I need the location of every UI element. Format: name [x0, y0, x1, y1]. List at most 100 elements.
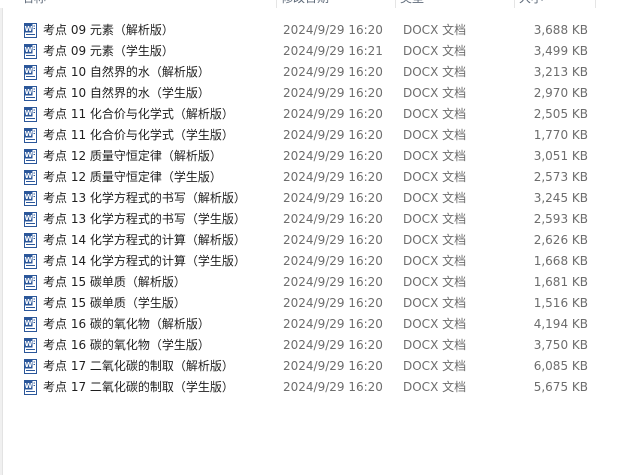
file-name[interactable]: 考点 09 元素（解析版） — [43, 20, 174, 41]
file-size: 4,194 KB — [533, 317, 588, 331]
file-size: 3,688 KB — [533, 23, 588, 37]
svg-text:W: W — [25, 151, 33, 159]
word-doc-icon: W — [24, 359, 37, 374]
word-doc-icon: W — [24, 254, 37, 269]
svg-text:W: W — [25, 214, 33, 222]
file-size: 1,668 KB — [533, 254, 588, 268]
file-explorer-details-view: 名称 修改日期 类型 大小 W 考点 09 元素（解析版） 2024/9/29 … — [0, 0, 636, 475]
file-name[interactable]: 考点 17 二氧化碳的制取（解析版） — [43, 356, 234, 377]
svg-text:W: W — [25, 172, 33, 180]
word-doc-icon: W — [24, 128, 37, 143]
file-date-modified: 2024/9/29 16:20 — [283, 212, 383, 226]
file-name[interactable]: 考点 10 自然界的水（解析版） — [43, 62, 210, 83]
word-doc-icon: W — [24, 338, 37, 353]
file-type: DOCX 文档 — [403, 191, 467, 205]
file-type: DOCX 文档 — [403, 212, 467, 226]
file-date-modified: 2024/9/29 16:20 — [283, 23, 383, 37]
file-name[interactable]: 考点 12 质量守恒定律（学生版） — [43, 167, 222, 188]
file-type: DOCX 文档 — [403, 359, 467, 373]
word-doc-icon: W — [24, 65, 37, 80]
word-doc-icon: W — [24, 86, 37, 101]
file-row[interactable]: W 考点 12 质量守恒定律（解析版） 2024/9/29 16:20 DOCX… — [0, 146, 596, 167]
svg-text:W: W — [25, 46, 33, 54]
column-header-name[interactable]: 名称 — [18, 0, 277, 8]
file-type: DOCX 文档 — [403, 65, 467, 79]
column-header-size[interactable]: 大小 — [515, 0, 596, 8]
file-type: DOCX 文档 — [403, 317, 467, 331]
file-size: 2,626 KB — [533, 233, 588, 247]
file-size: 2,505 KB — [533, 107, 588, 121]
file-name[interactable]: 考点 15 碳单质（解析版） — [43, 272, 186, 293]
file-name[interactable]: 考点 16 碳的氧化物（学生版） — [43, 335, 210, 356]
svg-text:W: W — [25, 277, 33, 285]
word-doc-icon: W — [24, 296, 37, 311]
file-size: 3,499 KB — [533, 44, 588, 58]
file-name[interactable]: 考点 12 质量守恒定律（解析版） — [43, 146, 222, 167]
file-name[interactable]: 考点 14 化学方程式的计算（学生版） — [43, 251, 246, 272]
word-doc-icon: W — [24, 170, 37, 185]
file-row[interactable]: W 考点 16 碳的氧化物（学生版） 2024/9/29 16:20 DOCX … — [0, 335, 596, 356]
file-row[interactable]: W 考点 11 化合价与化学式（学生版） 2024/9/29 16:20 DOC… — [0, 125, 596, 146]
file-name[interactable]: 考点 10 自然界的水（学生版） — [43, 83, 210, 104]
word-doc-icon: W — [24, 44, 37, 59]
file-size: 1,681 KB — [533, 275, 588, 289]
file-name[interactable]: 考点 09 元素（学生版） — [43, 41, 174, 62]
svg-text:W: W — [25, 256, 33, 264]
svg-text:W: W — [25, 340, 33, 348]
word-doc-icon: W — [24, 233, 37, 248]
file-name[interactable]: 考点 16 碳的氧化物（解析版） — [43, 314, 210, 335]
svg-text:W: W — [25, 298, 33, 306]
file-size: 5,675 KB — [533, 380, 588, 394]
file-date-modified: 2024/9/29 16:20 — [283, 359, 383, 373]
file-row[interactable]: W 考点 12 质量守恒定律（学生版） 2024/9/29 16:20 DOCX… — [0, 167, 596, 188]
file-name[interactable]: 考点 13 化学方程式的书写（解析版） — [43, 188, 246, 209]
file-size: 3,245 KB — [533, 191, 588, 205]
file-date-modified: 2024/9/29 16:20 — [283, 317, 383, 331]
file-row[interactable]: W 考点 15 碳单质（学生版） 2024/9/29 16:20 DOCX 文档… — [0, 293, 596, 314]
file-size: 3,750 KB — [533, 338, 588, 352]
column-header-date-modified[interactable]: 修改日期 — [277, 0, 396, 8]
file-row[interactable]: W 考点 13 化学方程式的书写（学生版） 2024/9/29 16:20 DO… — [0, 209, 596, 230]
file-name[interactable]: 考点 11 化合价与化学式（解析版） — [43, 104, 234, 125]
file-type: DOCX 文档 — [403, 380, 467, 394]
file-row[interactable]: W 考点 17 二氧化碳的制取（解析版） 2024/9/29 16:20 DOC… — [0, 356, 596, 377]
file-type: DOCX 文档 — [403, 23, 467, 37]
word-doc-icon: W — [24, 212, 37, 227]
file-name[interactable]: 考点 13 化学方程式的书写（学生版） — [43, 209, 246, 230]
file-name[interactable]: 考点 15 碳单质（学生版） — [43, 293, 186, 314]
file-row[interactable]: W 考点 14 化学方程式的计算（解析版） 2024/9/29 16:20 DO… — [0, 230, 596, 251]
file-name[interactable]: 考点 17 二氧化碳的制取（学生版） — [43, 377, 234, 398]
file-size: 1,770 KB — [533, 128, 588, 142]
file-date-modified: 2024/9/29 16:20 — [283, 107, 383, 121]
file-date-modified: 2024/9/29 16:21 — [283, 44, 383, 58]
svg-text:W: W — [25, 361, 33, 369]
file-name[interactable]: 考点 14 化学方程式的计算（解析版） — [43, 230, 246, 251]
file-type: DOCX 文档 — [403, 86, 467, 100]
file-row[interactable]: W 考点 09 元素（学生版） 2024/9/29 16:21 DOCX 文档 … — [0, 41, 596, 62]
word-doc-icon: W — [24, 107, 37, 122]
file-row[interactable]: W 考点 10 自然界的水（解析版） 2024/9/29 16:20 DOCX … — [0, 62, 596, 83]
file-size: 6,085 KB — [533, 359, 588, 373]
file-row[interactable]: W 考点 16 碳的氧化物（解析版） 2024/9/29 16:20 DOCX … — [0, 314, 596, 335]
file-type: DOCX 文档 — [403, 107, 467, 121]
file-list: W 考点 09 元素（解析版） 2024/9/29 16:20 DOCX 文档 … — [0, 20, 636, 398]
word-doc-icon: W — [24, 191, 37, 206]
word-doc-icon: W — [24, 317, 37, 332]
column-header-type[interactable]: 类型 — [396, 0, 515, 8]
file-row[interactable]: W 考点 14 化学方程式的计算（学生版） 2024/9/29 16:20 DO… — [0, 251, 596, 272]
file-date-modified: 2024/9/29 16:20 — [283, 233, 383, 247]
file-row[interactable]: W 考点 17 二氧化碳的制取（学生版） 2024/9/29 16:20 DOC… — [0, 377, 596, 398]
file-row[interactable]: W 考点 11 化合价与化学式（解析版） 2024/9/29 16:20 DOC… — [0, 104, 596, 125]
file-date-modified: 2024/9/29 16:20 — [283, 191, 383, 205]
file-size: 2,573 KB — [533, 170, 588, 184]
file-row[interactable]: W 考点 10 自然界的水（学生版） 2024/9/29 16:20 DOCX … — [0, 83, 596, 104]
file-type: DOCX 文档 — [403, 296, 467, 310]
file-date-modified: 2024/9/29 16:20 — [283, 149, 383, 163]
file-name[interactable]: 考点 11 化合价与化学式（学生版） — [43, 125, 234, 146]
file-row[interactable]: W 考点 09 元素（解析版） 2024/9/29 16:20 DOCX 文档 … — [0, 20, 596, 41]
file-row[interactable]: W 考点 13 化学方程式的书写（解析版） 2024/9/29 16:20 DO… — [0, 188, 596, 209]
svg-text:W: W — [25, 382, 33, 390]
file-date-modified: 2024/9/29 16:20 — [283, 254, 383, 268]
file-type: DOCX 文档 — [403, 128, 467, 142]
file-row[interactable]: W 考点 15 碳单质（解析版） 2024/9/29 16:20 DOCX 文档… — [0, 272, 596, 293]
